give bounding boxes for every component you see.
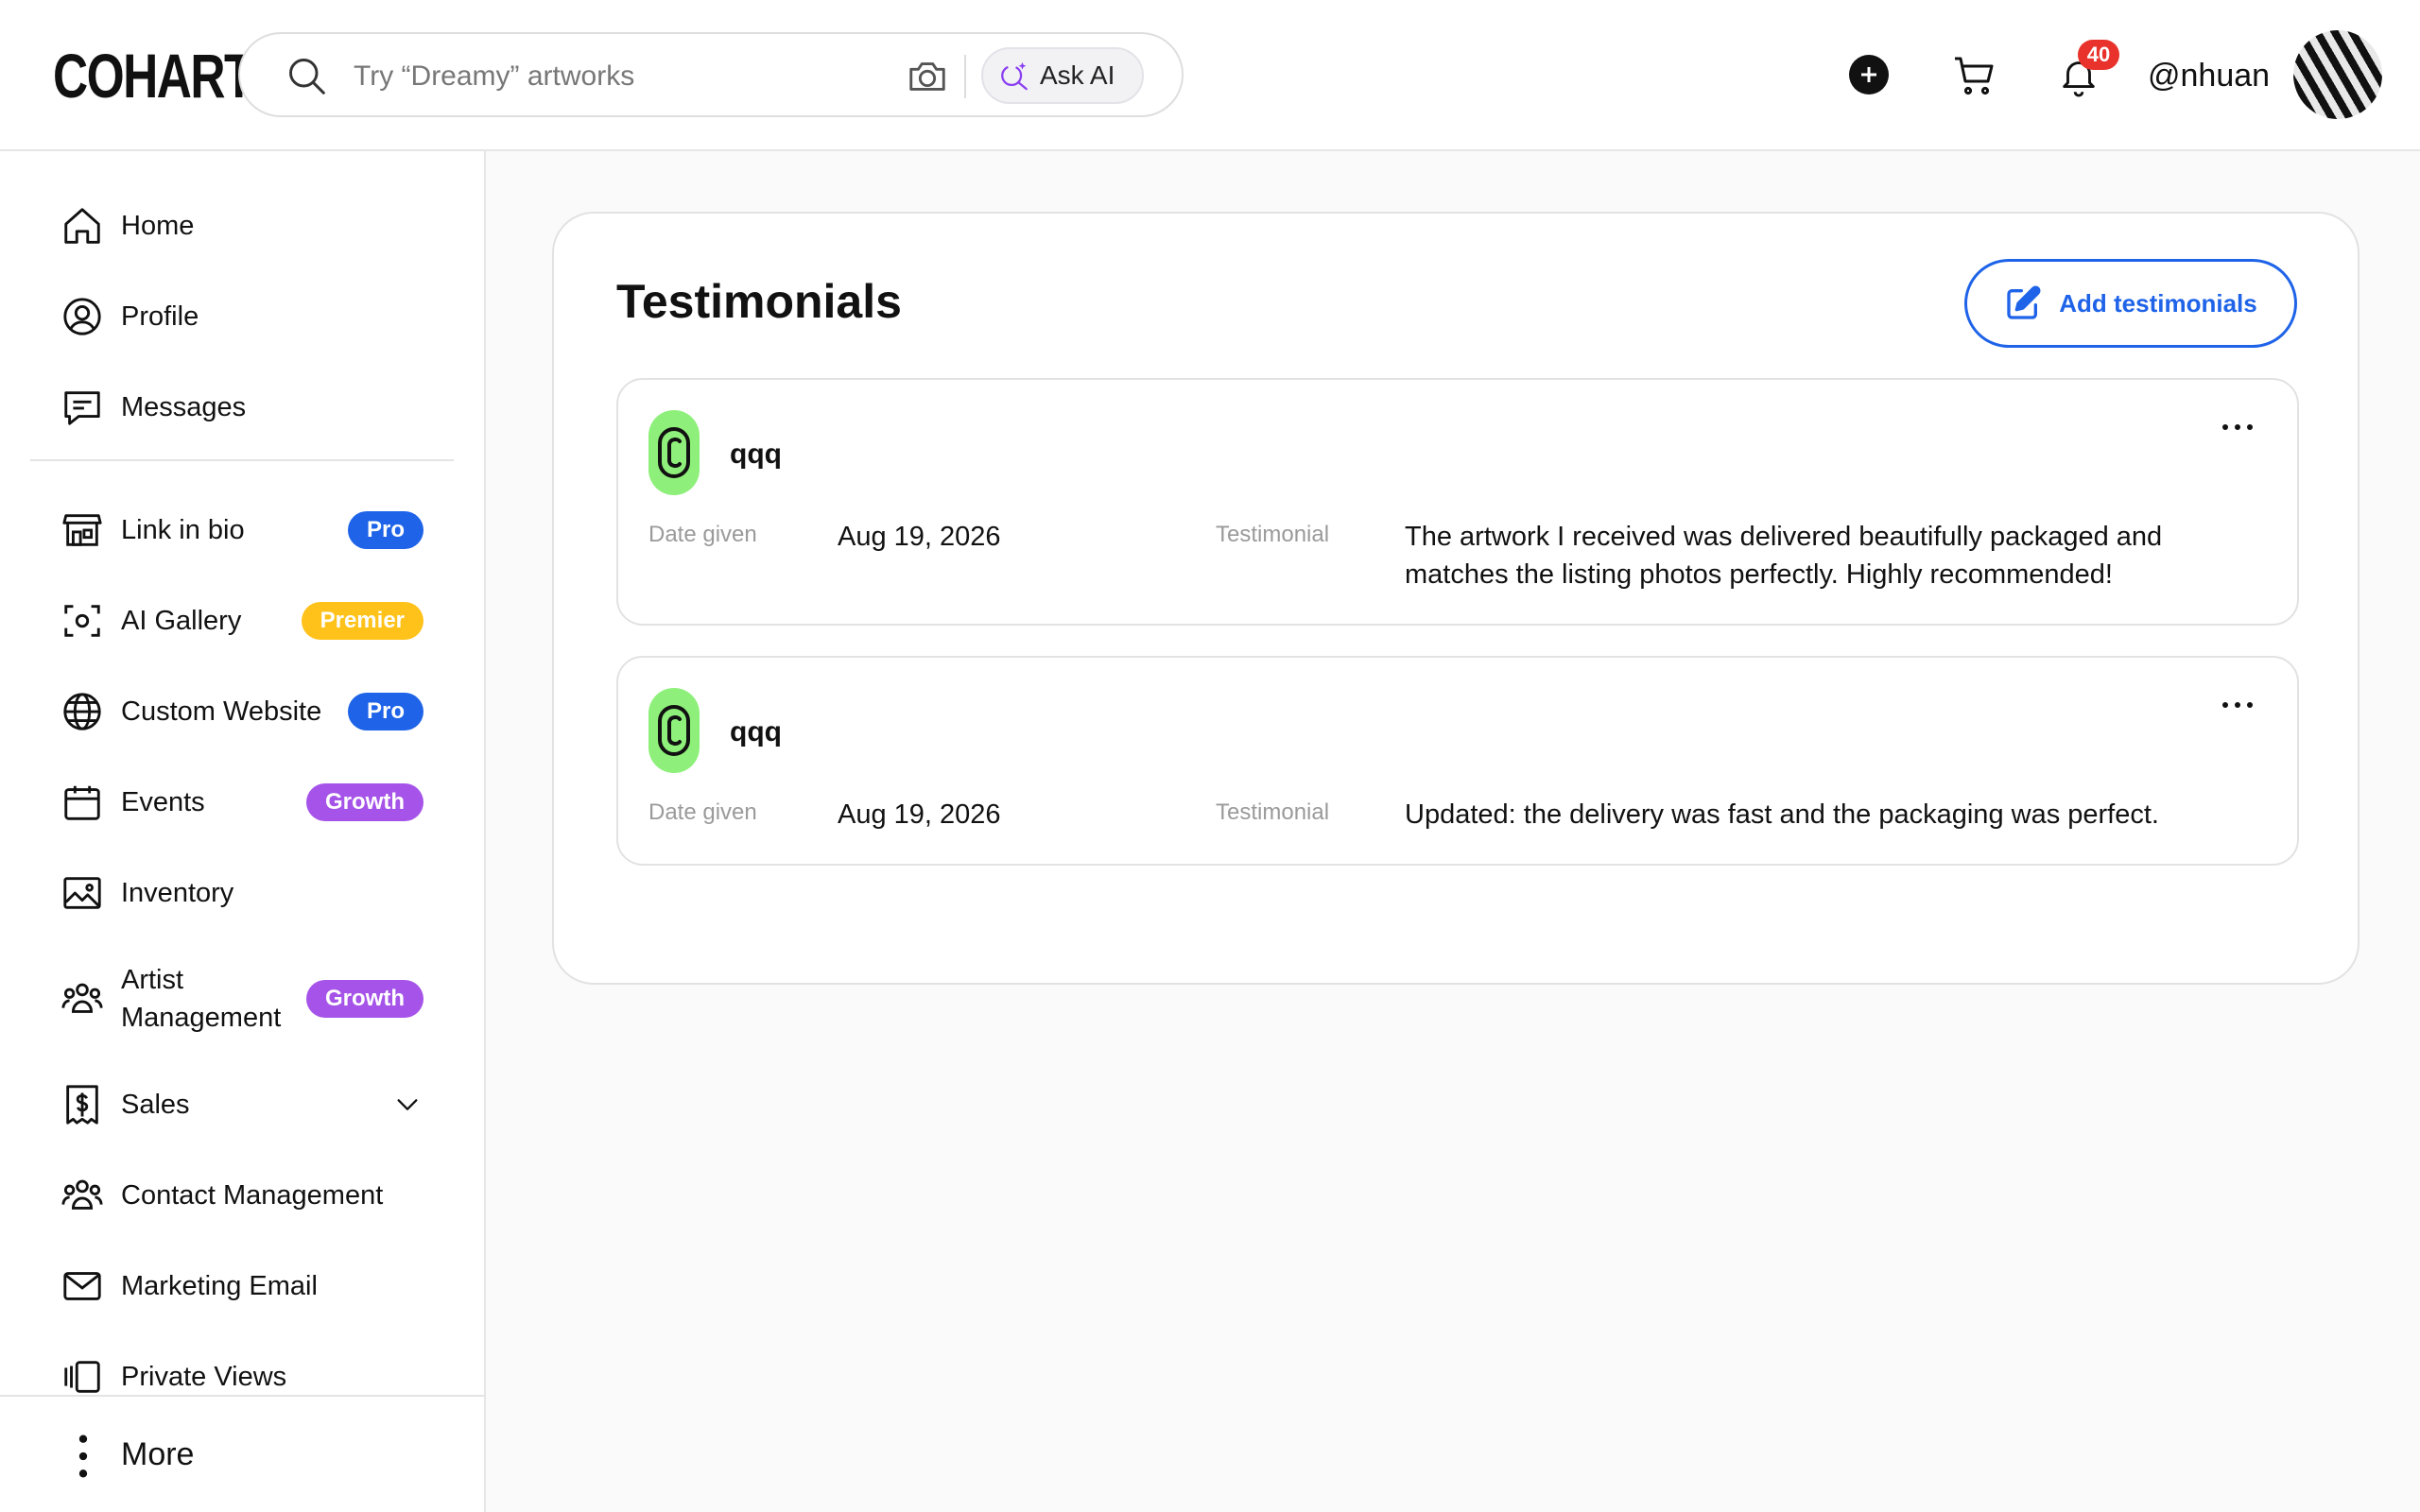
testimonial-author: qqq	[730, 438, 782, 470]
chevron-down-icon[interactable]	[391, 1091, 424, 1118]
date-given-value: Aug 19, 2026	[838, 522, 1001, 552]
sidebar-item-label: Home	[121, 211, 195, 241]
sidebar-item-label: Private Views	[121, 1362, 287, 1392]
sidebar-item-custom-website[interactable]: Custom Website Pro	[60, 685, 439, 738]
testimonial-item: qqq Date given Aug 19, 2026 Testimonial …	[616, 656, 2299, 866]
sidebar-item-contact-management[interactable]: Contact Management	[60, 1169, 439, 1222]
sidebar-item-label: Artist Management	[121, 965, 282, 1033]
sidebar-item-label: Marketing Email	[121, 1271, 318, 1301]
more-vertical-icon	[78, 1435, 88, 1478]
plan-badge-pro: Pro	[347, 511, 424, 549]
sidebar-item-label: Messages	[121, 392, 247, 422]
sidebar-item-label: AI Gallery	[121, 606, 242, 636]
search-divider	[964, 55, 966, 98]
edit-icon	[2007, 285, 2041, 319]
sidebar-item-inventory[interactable]: Inventory	[60, 867, 439, 919]
calendar-icon	[64, 785, 100, 820]
plan-badge-pro: Pro	[347, 693, 424, 730]
mail-icon	[63, 1272, 101, 1300]
add-testimonials-label: Add testimonials	[2059, 288, 2257, 318]
ask-ai-label: Ask AI	[1040, 60, 1115, 90]
sidebar-divider	[30, 459, 454, 461]
globe-icon	[63, 693, 101, 730]
testimonial-text: The artwork I received was delivered bea…	[1405, 522, 2163, 590]
search-icon	[289, 59, 325, 94]
scan-face-icon	[64, 605, 100, 637]
home-icon	[64, 208, 100, 244]
sidebar-item-messages[interactable]: Messages	[60, 381, 439, 434]
testimonial-text: Updated: the delivery was fast and the p…	[1405, 799, 2159, 830]
sidebar-item-label: Custom Website	[121, 696, 322, 727]
user-circle-icon	[63, 298, 101, 335]
sidebar-item-artist-management[interactable]: Artist Management Growth	[60, 965, 439, 1033]
sidebar-item-marketing-email[interactable]: Marketing Email	[60, 1260, 439, 1313]
avatar[interactable]	[2293, 30, 2382, 119]
plus-icon	[1861, 67, 1876, 82]
camera-icon[interactable]	[906, 55, 949, 98]
add-testimonials-button[interactable]: Add testimonials	[1964, 259, 2297, 348]
cohart-c-logo-icon	[648, 410, 700, 495]
gallery-icon	[64, 1361, 100, 1393]
sidebar-item-sales[interactable]: Sales	[60, 1078, 439, 1131]
dollar-receipt-icon	[66, 1085, 98, 1125]
plan-badge-premier: Premier	[301, 602, 424, 640]
sidebar-item-label: Sales	[121, 1090, 190, 1120]
notification-count-badge: 40	[2078, 40, 2119, 70]
date-given-label: Date given	[648, 522, 757, 547]
sidebar-item-label: Inventory	[121, 878, 234, 908]
sidebar-item-label: Events	[121, 787, 205, 817]
date-given-label: Date given	[648, 799, 757, 825]
testimonial-label: Testimonial	[1216, 522, 1330, 547]
ask-ai-button[interactable]: Ask AI	[981, 47, 1144, 104]
message-icon	[64, 391, 100, 425]
more-label: More	[121, 1436, 195, 1472]
ai-sparkle-search-icon	[1001, 61, 1028, 91]
more-horizontal-icon[interactable]	[2221, 421, 2254, 433]
sidebar: Home Profile Messages Link in bio Pro AI…	[0, 151, 486, 1512]
plan-badge-growth: Growth	[306, 783, 424, 821]
sidebar-item-events[interactable]: Events Growth	[60, 776, 439, 829]
cohart-c-logo-icon	[648, 688, 700, 773]
search-bar: Ask AI	[238, 32, 1184, 117]
store-icon	[62, 514, 102, 546]
testimonial-item: qqq Date given Aug 19, 2026 Testimonial …	[616, 378, 2299, 626]
search-input[interactable]	[354, 53, 883, 100]
top-header: COHART Ask AI 40 @nhuan	[0, 0, 2420, 151]
plan-badge-growth: Growth	[306, 980, 424, 1018]
testimonials-card: Testimonials Add testimonials qqq Date g…	[552, 212, 2360, 985]
testimonial-author: qqq	[730, 716, 782, 747]
sidebar-item-label: Profile	[121, 301, 199, 332]
image-icon	[63, 877, 101, 909]
sidebar-item-home[interactable]: Home	[60, 199, 439, 252]
sidebar-item-label: Contact Management	[121, 1180, 384, 1211]
sidebar-item-ai-gallery[interactable]: AI Gallery Premier	[60, 594, 439, 647]
page-title: Testimonials	[616, 275, 902, 328]
sidebar-more-button[interactable]: More	[0, 1395, 484, 1512]
sidebar-item-link-in-bio[interactable]: Link in bio Pro	[60, 504, 439, 557]
create-button[interactable]	[1849, 55, 1889, 94]
username[interactable]: @nhuan	[2148, 55, 2270, 96]
cohart-logo[interactable]: COHART	[53, 42, 253, 110]
sidebar-item-profile[interactable]: Profile	[60, 290, 439, 343]
users-icon	[61, 1179, 103, 1210]
testimonial-label: Testimonial	[1216, 799, 1330, 825]
cart-icon[interactable]	[1951, 53, 1996, 98]
users-icon	[61, 983, 103, 1013]
more-horizontal-icon[interactable]	[2221, 699, 2254, 711]
sidebar-item-label: Link in bio	[121, 515, 245, 545]
date-given-value: Aug 19, 2026	[838, 799, 1001, 830]
